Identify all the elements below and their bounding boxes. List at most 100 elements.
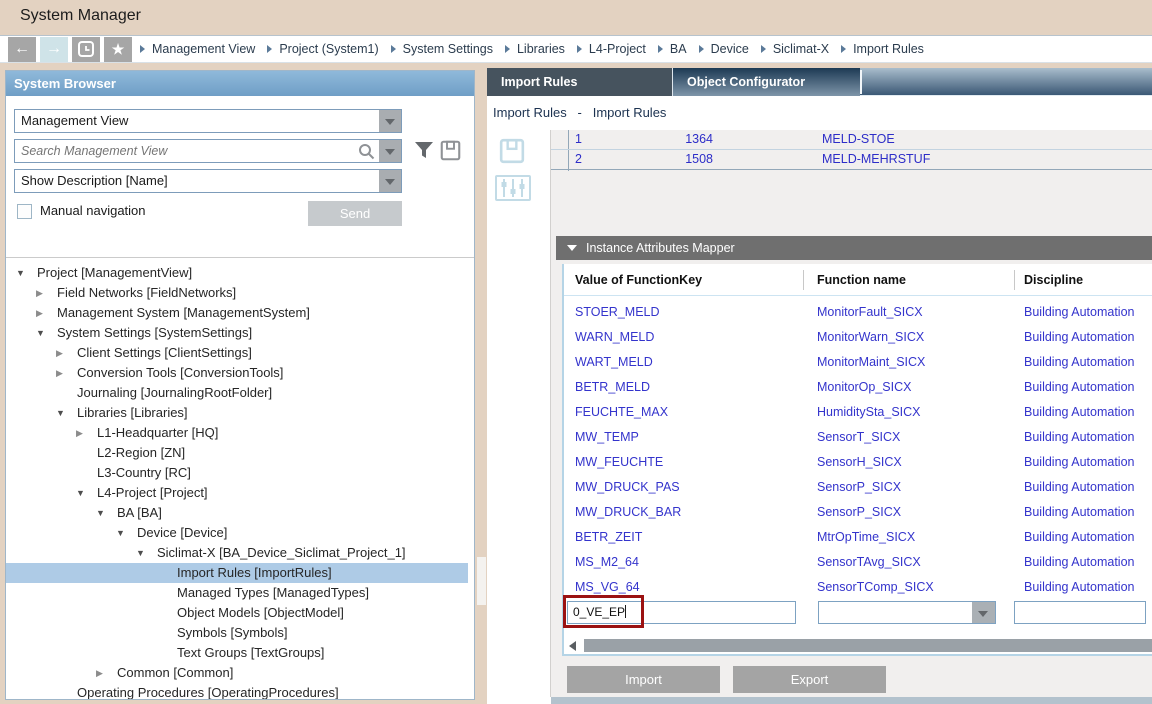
tree-item[interactable]: ▼Device [Device] <box>6 523 468 543</box>
chevron-down-icon <box>385 149 395 155</box>
tree-item[interactable]: Import Rules [ImportRules] <box>6 563 468 583</box>
collapsed-arrow-icon[interactable]: ▶ <box>96 663 110 683</box>
mapper-table: Value of FunctionKey Function name Disci… <box>562 264 1152 656</box>
tree-item[interactable]: ▶Field Networks [FieldNetworks] <box>6 283 468 303</box>
mapper-row[interactable]: MS_VG_64SensorTComp_SICXBuilding Automat… <box>564 575 1152 600</box>
breadcrumb-item[interactable]: Management View <box>140 42 255 56</box>
search-input[interactable] <box>15 140 355 162</box>
chevron-right-icon <box>140 45 145 53</box>
display-mode-dropdown[interactable]: Show Description [Name] <box>14 169 402 193</box>
new-discipline-input[interactable] <box>1014 601 1146 624</box>
tab-import-rules[interactable]: Import Rules <box>487 68 672 96</box>
search-icon[interactable] <box>358 143 375 160</box>
tab-object-configurator[interactable]: Object Configurator <box>673 68 860 96</box>
work-area-panel: Import Rules Object Configurator Import … <box>487 68 1152 704</box>
tree-item[interactable]: L3-Country [RC] <box>6 463 468 483</box>
tree-item[interactable]: ▼BA [BA] <box>6 503 468 523</box>
search-options-button[interactable] <box>379 140 401 162</box>
chevron-right-icon <box>577 45 582 53</box>
expanded-arrow-icon[interactable]: ▼ <box>116 523 130 543</box>
mapper-row[interactable]: STOER_MELDMonitorFault_SICXBuilding Auto… <box>564 300 1152 325</box>
breadcrumb-item[interactable]: Project (System1) <box>267 42 378 56</box>
breadcrumb-item[interactable]: BA <box>658 42 687 56</box>
click-highlight-box <box>563 595 644 628</box>
mapper-row[interactable]: MW_DRUCK_PASSensorP_SICXBuilding Automat… <box>564 475 1152 500</box>
tree-item[interactable]: ▼Libraries [Libraries] <box>6 403 468 423</box>
tree-item[interactable]: Journaling [JournalingRootFolder] <box>6 383 468 403</box>
tree-item[interactable]: ▶Conversion Tools [ConversionTools] <box>6 363 468 383</box>
dropdown-button[interactable] <box>972 602 995 623</box>
breadcrumb-item[interactable]: L4-Project <box>577 42 646 56</box>
tree-item[interactable]: ▼Siclimat-X [BA_Device_Siclimat_Project_… <box>6 543 468 563</box>
send-button[interactable]: Send <box>308 201 402 226</box>
tree-item[interactable]: ▶Management System [ManagementSystem] <box>6 303 468 323</box>
expanded-arrow-icon[interactable]: ▼ <box>96 503 110 523</box>
chevron-right-icon <box>761 45 766 53</box>
tree-item[interactable]: ▶L1-Headquarter [HQ] <box>6 423 468 443</box>
expanded-arrow-icon[interactable]: ▼ <box>16 263 30 283</box>
tree-item[interactable]: ▶Common [Common] <box>6 663 468 683</box>
collapsed-arrow-icon[interactable]: ▶ <box>36 303 50 323</box>
breadcrumb-item[interactable]: Device <box>699 42 749 56</box>
table-row[interactable]: 21508MELD-MEHRSTUF <box>551 150 1152 170</box>
mapper-row[interactable]: BETR_ZEITMtrOpTime_SICXBuilding Automati… <box>564 525 1152 550</box>
tree-item[interactable]: Text Groups [TextGroups] <box>6 643 468 663</box>
search-field <box>14 139 402 163</box>
tree-item[interactable]: ▼Project [ManagementView] <box>6 263 468 283</box>
expanded-arrow-icon[interactable]: ▼ <box>36 323 50 343</box>
tree-item[interactable]: Object Models [ObjectModel] <box>6 603 468 623</box>
new-function-dropdown[interactable] <box>818 601 996 624</box>
mapper-row[interactable]: WART_MELDMonitorMaint_SICXBuilding Autom… <box>564 350 1152 375</box>
tree-item[interactable]: ▼System Settings [SystemSettings] <box>6 323 468 343</box>
back-button[interactable]: ← <box>8 37 36 62</box>
export-button[interactable]: Export <box>733 666 886 693</box>
collapse-arrow-icon <box>567 245 577 251</box>
collapsed-arrow-icon[interactable]: ▶ <box>56 363 70 383</box>
filter-icon[interactable] <box>414 141 434 160</box>
save-icon[interactable] <box>499 138 525 164</box>
mapper-row[interactable]: FEUCHTE_MAXHumiditySta_SICXBuilding Auto… <box>564 400 1152 425</box>
scroll-left-icon[interactable] <box>569 641 576 651</box>
view-selector-dropdown[interactable]: Management View <box>14 109 402 133</box>
expanded-arrow-icon[interactable]: ▼ <box>56 403 70 423</box>
settings-sliders-icon[interactable] <box>494 174 532 202</box>
collapsed-arrow-icon[interactable]: ▶ <box>76 423 90 443</box>
chevron-right-icon <box>699 45 704 53</box>
chevron-down-icon <box>385 179 395 185</box>
history-button[interactable] <box>72 37 100 62</box>
import-button[interactable]: Import <box>567 666 720 693</box>
tree-item[interactable]: L2-Region [ZN] <box>6 443 468 463</box>
mapper-section-header[interactable]: Instance Attributes Mapper <box>556 236 1152 260</box>
breadcrumb-item[interactable]: System Settings <box>391 42 493 56</box>
mapper-row[interactable]: WARN_MELDMonitorWarn_SICXBuilding Automa… <box>564 325 1152 350</box>
chevron-right-icon <box>658 45 663 53</box>
tree-item[interactable]: ▼L4-Project [Project] <box>6 483 468 503</box>
splitter-handle[interactable] <box>477 557 486 605</box>
breadcrumb-item[interactable]: Siclimat-X <box>761 42 829 56</box>
expanded-arrow-icon[interactable]: ▼ <box>76 483 90 503</box>
mapper-row[interactable]: MW_TEMPSensorT_SICXBuilding Automation <box>564 425 1152 450</box>
mapper-row[interactable]: MW_FEUCHTESensorH_SICXBuilding Automatio… <box>564 450 1152 475</box>
table-row[interactable]: 11364MELD-STOE <box>551 130 1152 150</box>
manual-navigation-checkbox[interactable] <box>17 204 32 219</box>
dropdown-button[interactable] <box>379 170 401 192</box>
mapper-row[interactable]: MS_M2_64SensorTAvg_SICXBuilding Automati… <box>564 550 1152 575</box>
tree-item[interactable]: Managed Types [ManagedTypes] <box>6 583 468 603</box>
collapsed-arrow-icon[interactable]: ▶ <box>56 343 70 363</box>
collapsed-arrow-icon[interactable]: ▶ <box>36 283 50 303</box>
favorites-button[interactable]: ★ <box>104 37 132 62</box>
expanded-arrow-icon[interactable]: ▼ <box>136 543 150 563</box>
tree-item[interactable]: Operating Procedures [OperatingProcedure… <box>6 683 468 699</box>
chevron-down-icon <box>978 611 988 617</box>
mapper-row[interactable]: MW_DRUCK_BARSensorP_SICXBuilding Automat… <box>564 500 1152 525</box>
save-search-icon[interactable] <box>440 140 461 161</box>
breadcrumb-item[interactable]: Libraries <box>505 42 565 56</box>
horizontal-scrollbar[interactable] <box>564 638 1152 653</box>
forward-button[interactable]: → <box>40 37 68 62</box>
dropdown-button[interactable] <box>379 110 401 132</box>
scrollbar-thumb[interactable] <box>584 639 1152 652</box>
mapper-row[interactable]: BETR_MELDMonitorOp_SICXBuilding Automati… <box>564 375 1152 400</box>
tree-item[interactable]: ▶Client Settings [ClientSettings] <box>6 343 468 363</box>
tree-item[interactable]: Symbols [Symbols] <box>6 623 468 643</box>
breadcrumb-item[interactable]: Import Rules <box>841 42 924 56</box>
